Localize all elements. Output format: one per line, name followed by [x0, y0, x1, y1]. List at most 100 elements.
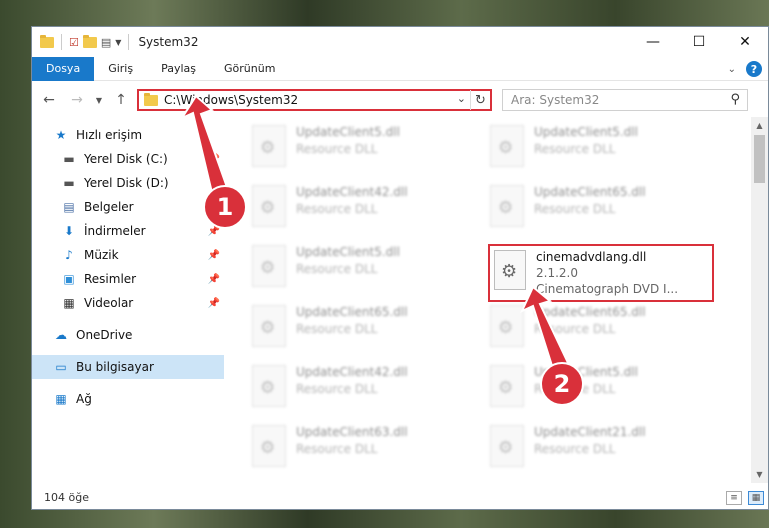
file-tile[interactable]: UpdateClient5.dllResource DLL — [490, 365, 710, 415]
dll-file-icon — [252, 305, 286, 347]
file-tile[interactable]: UpdateClient65.dll Resource DLL — [490, 305, 710, 355]
file-name: UpdateClient65.dll — [534, 185, 646, 199]
sidebar-item-downloads[interactable]: ⬇ İndirmeler 📌 — [32, 219, 224, 243]
tab-home[interactable]: Giriş — [94, 57, 147, 81]
folder-icon — [40, 34, 54, 48]
sidebar-item-music[interactable]: ♪ Müzik 📌 — [32, 243, 224, 267]
file-tile[interactable]: UpdateClient42.dll Resource DLL — [252, 185, 472, 235]
dll-file-icon — [252, 425, 286, 467]
expand-ribbon-icon[interactable]: ⌄ — [728, 64, 736, 75]
folder-icon — [144, 92, 158, 106]
tab-file[interactable]: Dosya — [32, 56, 95, 81]
network-icon: ▦ — [55, 392, 67, 406]
customize-icon[interactable]: ▤ — [101, 36, 111, 49]
help-icon[interactable]: ? — [746, 61, 762, 77]
file-type: Resource DLL — [296, 442, 378, 456]
sidebar-item-label: Belgeler — [84, 200, 134, 214]
file-name: UpdateClient21.dll — [534, 425, 646, 439]
tab-view[interactable]: Görünüm — [210, 57, 289, 81]
star-icon: ★ — [55, 128, 67, 142]
file-type: Resource DLL — [296, 262, 378, 276]
up-button[interactable]: ↑ — [110, 89, 132, 111]
divider — [61, 34, 62, 50]
back-button[interactable]: ← — [38, 89, 60, 111]
pin-icon[interactable]: 📌 — [208, 274, 220, 285]
dll-file-icon — [490, 125, 524, 167]
sidebar-item-onedrive[interactable]: ☁ OneDrive — [32, 323, 224, 347]
sidebar-item-network[interactable]: ▦ Ağ — [32, 387, 224, 411]
file-list: UpdateClient5.dll Resource DLL UpdateClie… — [228, 117, 740, 481]
dll-file-icon — [252, 125, 286, 167]
file-tile[interactable]: UpdateClient5.dllResource DLL — [252, 125, 472, 175]
file-tile[interactable]: UpdateClient65.dll Resource DLL — [490, 185, 710, 235]
file-tile[interactable]: UpdateClient5.dllResource DLL — [490, 125, 710, 175]
scroll-up-arrow-icon[interactable]: ▲ — [751, 117, 768, 134]
explorer-window: ☑ ▤ ▼ System32 — ☐ ✕ Dosya Giriş Paylaş … — [31, 26, 769, 510]
refresh-button[interactable]: ↻ — [470, 90, 490, 110]
scroll-thumb[interactable] — [754, 135, 765, 183]
address-path[interactable]: C:\Windows\System32 — [164, 93, 298, 107]
sidebar-item-label: OneDrive — [76, 328, 133, 342]
tiles-view-icon[interactable]: ▦ — [748, 491, 764, 505]
file-tile[interactable]: UpdateClient63.dll Resource DLL — [252, 425, 472, 475]
sidebar-item-documents[interactable]: ▤ Belgeler — [32, 195, 224, 219]
dll-file-icon — [252, 185, 286, 227]
sidebar-item-local-disk-c[interactable]: ▬ Yerel Disk (C:) 📌 — [32, 147, 224, 171]
sidebar-item-videos[interactable]: ▦ Videolar 📌 — [32, 291, 224, 315]
properties-icon[interactable]: ☑ — [69, 36, 79, 49]
quick-access-toolbar: ☑ ▤ ▼ — [40, 27, 132, 57]
file-type: Resource DLL — [296, 382, 378, 396]
file-name: UpdateClient63.dll — [296, 425, 408, 439]
sidebar-item-quick-access[interactable]: ★ Hızlı erişim — [32, 123, 224, 147]
file-type: Resource DLL — [534, 142, 616, 156]
sidebar-item-local-disk-d[interactable]: ▬ Yerel Disk (D:) — [32, 171, 224, 195]
scroll-down-arrow-icon[interactable]: ▼ — [751, 466, 768, 483]
tab-share[interactable]: Paylaş — [147, 57, 210, 81]
sidebar-item-label: Bu bilgisayar — [76, 360, 154, 374]
document-icon: ▤ — [63, 200, 75, 214]
details-view-icon[interactable]: ≡ — [726, 491, 742, 505]
forward-button[interactable]: → — [66, 89, 88, 111]
search-input[interactable]: Ara: System32 ⚲ — [502, 89, 748, 111]
maximize-button[interactable]: ☐ — [676, 27, 722, 57]
file-type: Resource DLL — [296, 202, 378, 216]
window-controls: — ☐ ✕ — [630, 27, 768, 57]
sidebar-item-pictures[interactable]: ▣ Resimler 📌 — [32, 267, 224, 291]
file-name: UpdateClient65.dll — [534, 305, 646, 319]
file-type: Resource DLL — [534, 202, 616, 216]
sidebar-item-label: Videolar — [84, 296, 134, 310]
minimize-button[interactable]: — — [630, 27, 676, 57]
file-tile[interactable]: UpdateClient65.dll Resource DLL — [252, 305, 472, 355]
search-icon[interactable]: ⚲ — [730, 92, 740, 107]
chevron-down-icon[interactable]: ▼ — [115, 38, 121, 47]
file-name: UpdateClient65.dll — [296, 305, 408, 319]
sidebar-item-this-pc[interactable]: ▭ Bu bilgisayar — [32, 355, 224, 379]
pin-icon[interactable]: 📌 — [208, 250, 220, 261]
cloud-icon: ☁ — [55, 328, 67, 342]
sidebar-item-label: İndirmeler — [84, 224, 146, 238]
file-tile[interactable]: UpdateClient21.dll Resource DLL — [490, 425, 710, 475]
file-description: Cinematograph DVD I... — [536, 282, 679, 296]
pin-icon[interactable]: 📌 — [208, 298, 220, 309]
chevron-down-icon[interactable]: ⌄ — [457, 92, 466, 105]
drive-icon: ▬ — [63, 152, 75, 166]
recent-locations-button[interactable]: ▼ — [88, 89, 110, 111]
highlighted-file-tile[interactable]: cinemadvdlang.dll 2.1.2.0 Cinematograph … — [488, 244, 714, 302]
vertical-scrollbar[interactable]: ▲ ▼ — [751, 117, 768, 483]
file-name: UpdateClient5.dll — [296, 245, 400, 259]
video-icon: ▦ — [63, 296, 75, 310]
dll-file-icon — [490, 365, 524, 407]
sidebar-item-label: Hızlı erişim — [76, 128, 143, 142]
item-count: 104 öğe — [44, 490, 89, 504]
file-type: Resource DLL — [296, 142, 378, 156]
file-tile[interactable]: UpdateClient42.dll Resource DLL — [252, 365, 472, 415]
computer-icon: ▭ — [55, 360, 67, 374]
address-bar[interactable]: C:\Windows\System32 ⌄ ↻ — [137, 89, 492, 111]
pin-icon[interactable]: 📌 — [208, 154, 220, 165]
file-tile[interactable]: UpdateClient5.dll Resource DLL — [252, 245, 472, 295]
new-folder-icon[interactable] — [82, 34, 97, 48]
status-bar: 104 öğe ≡ ▦ — [32, 485, 768, 509]
close-button[interactable]: ✕ — [722, 27, 768, 57]
navigation-pane: ★ Hızlı erişim ▬ Yerel Disk (C:) 📌 ▬ Yer… — [32, 123, 228, 483]
sidebar-item-label: Resimler — [84, 272, 137, 286]
